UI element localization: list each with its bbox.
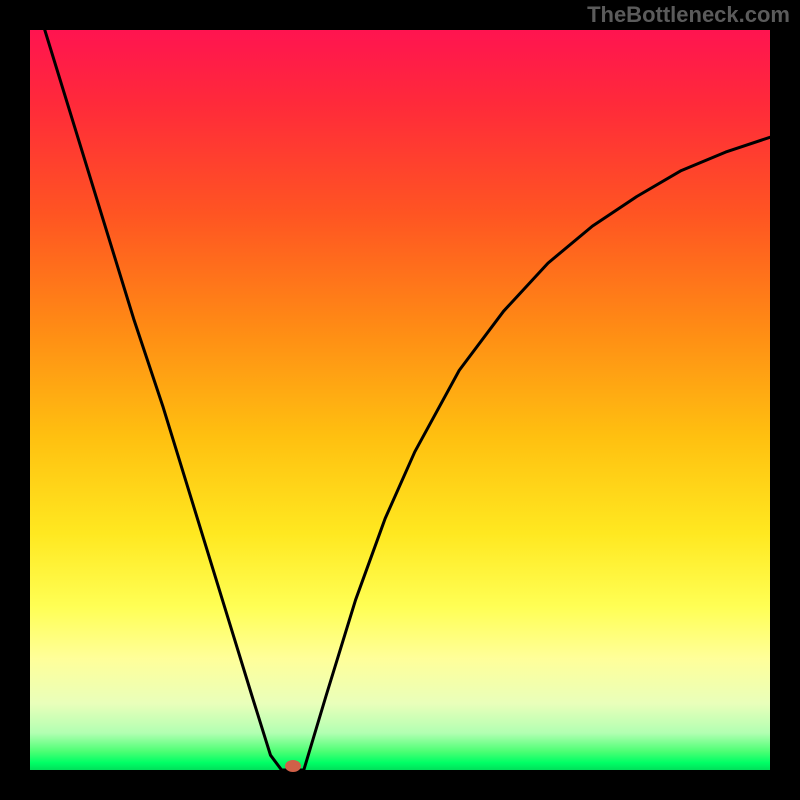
bottleneck-curve	[45, 30, 770, 770]
plot-area	[30, 30, 770, 770]
curve-svg	[30, 30, 770, 770]
minimum-marker	[285, 760, 301, 772]
watermark-text: TheBottleneck.com	[587, 2, 790, 28]
chart-frame: TheBottleneck.com	[0, 0, 800, 800]
